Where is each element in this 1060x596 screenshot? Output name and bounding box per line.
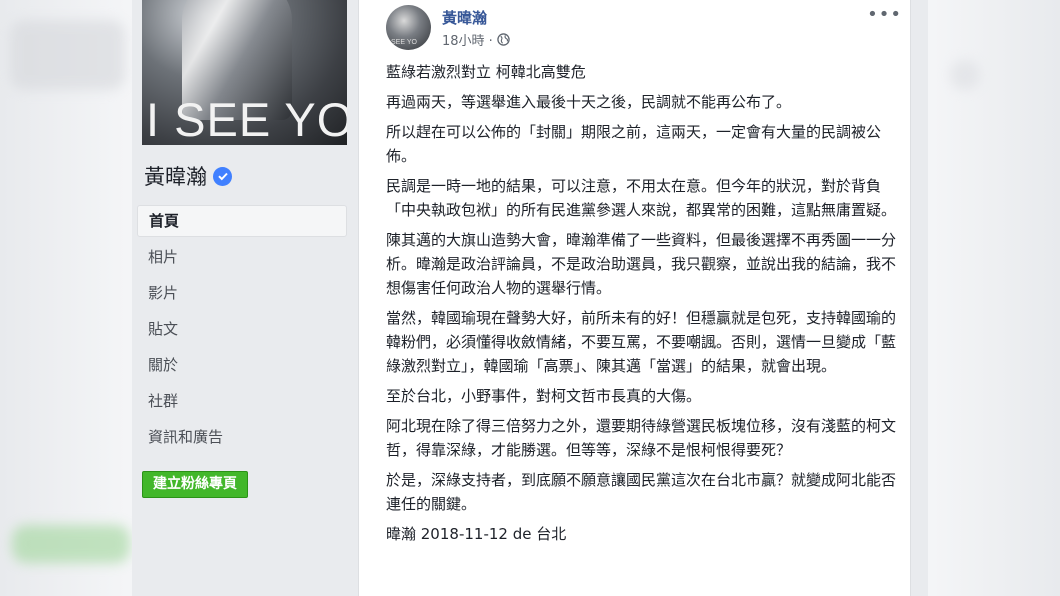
nav-item-photos[interactable]: 相片 — [137, 239, 347, 275]
nav-item-community[interactable]: 社群 — [137, 383, 347, 419]
page-name-label: 黃暐瀚 — [144, 165, 207, 189]
background-blur-shape — [950, 60, 980, 90]
post-paragraph: 再過兩天，等選舉進入最後十天之後，民調就不能再公布了。 — [386, 93, 792, 111]
post-paragraph: 阿北現在除了得三倍努力之外，還要期待綠營選民板塊位移，沒有淺藍的柯文哲，得靠深綠… — [386, 417, 897, 459]
nav-item-posts[interactable]: 貼文 — [137, 311, 347, 347]
left-column: I SEE YOU 黃暐瀚 首頁 相片 影片 貼文 關於 社群 資訊和廣告 建立… — [132, 0, 358, 596]
create-page-button[interactable]: 建立粉絲專頁 — [142, 471, 248, 498]
nav-item-info-and-ads[interactable]: 資訊和廣告 — [137, 419, 347, 455]
post-meta: 18小時 · — [442, 30, 510, 49]
post-paragraph: 所以趕在可以公佈的「封關」期限之前，這兩天，一定會有大量的民調被公佈。 — [386, 123, 882, 165]
post-paragraph: 藍綠若激烈對立 柯韓北高雙危 — [386, 63, 586, 81]
post-paragraph: 民調是一時一地的結果，可以注意，不用太在意。但今年的狀況，對於背負「中央執政包袱… — [386, 177, 897, 219]
nav-item-videos[interactable]: 影片 — [137, 275, 347, 311]
background-blur-shape — [10, 20, 125, 90]
globe-icon — [497, 33, 510, 46]
avatar-cover-text: SEE YO — [391, 39, 417, 46]
post-paragraph: 於是，深綠支持者，到底願不願意讓國民黨這次在台北市贏？就變成阿北能否連任的關鍵。 — [386, 471, 897, 513]
post-body: 藍綠若激烈對立 柯韓北高雙危 再過兩天，等選舉進入最後十天之後，民調就不能再公布… — [386, 60, 901, 552]
facebook-page: I SEE YOU 黃暐瀚 首頁 相片 影片 貼文 關於 社群 資訊和廣告 建立… — [132, 0, 928, 596]
nav-item-about[interactable]: 關於 — [137, 347, 347, 383]
more-options-icon[interactable]: ••• — [867, 4, 902, 25]
post-author-link[interactable]: 黃暐瀚 — [442, 7, 487, 28]
post-timestamp[interactable]: 18小時 · — [442, 30, 493, 49]
background-blur-shape — [12, 525, 130, 563]
author-avatar[interactable]: SEE YO — [386, 5, 431, 50]
post-card: SEE YO 黃暐瀚 18小時 · ••• 藍綠若激烈對立 柯韓北高雙危 再過兩… — [358, 0, 911, 596]
post-signature: 暐瀚 2018-11-12 de 台北 — [386, 525, 567, 543]
post-paragraph: 至於台北，小野事件，對柯文哲市長真的大傷。 — [386, 387, 702, 405]
cover-text: I SEE YOU — [146, 93, 347, 145]
page-nav: 首頁 相片 影片 貼文 關於 社群 資訊和廣告 — [137, 205, 347, 455]
cover-photo[interactable]: I SEE YOU — [142, 0, 347, 145]
post-paragraph: 陳其邁的大旗山造勢大會，暐瀚準備了一些資料，但最後選擇不再秀圖一一分析。暐瀚是政… — [386, 231, 897, 297]
page-name[interactable]: 黃暐瀚 — [144, 161, 232, 191]
verified-badge-icon — [213, 166, 232, 186]
post-paragraph: 當然，韓國瑜現在聲勢大好，前所未有的好！但穩贏就是包死，支持韓國瑜的韓粉們，必須… — [386, 309, 897, 375]
nav-item-home[interactable]: 首頁 — [137, 205, 347, 237]
